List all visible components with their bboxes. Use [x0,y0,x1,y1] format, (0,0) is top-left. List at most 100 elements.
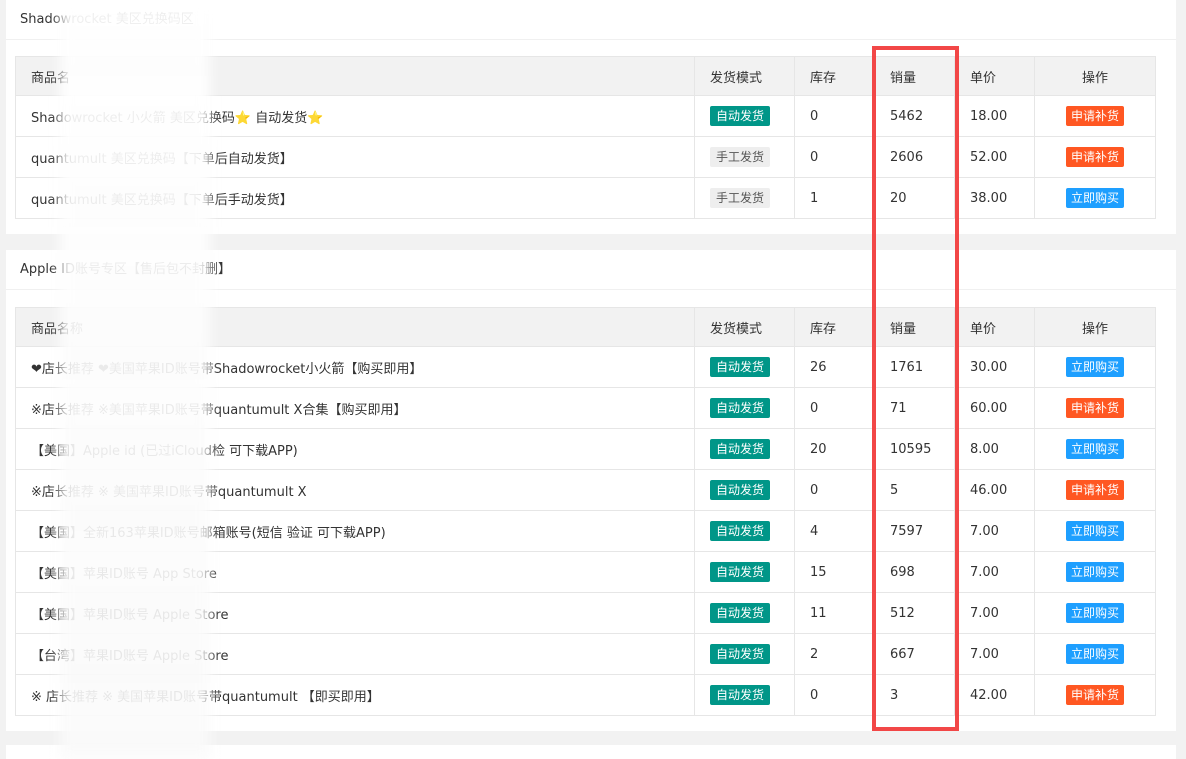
sales-value: 3 [874,674,955,716]
table-row: ❤店长推荐 ❤美国苹果ID账号带Shadowrocket小火箭【购买即用】 自动… [15,346,1156,388]
delivery-mode-badge: 自动发货 [710,562,771,582]
restock-button[interactable]: 申请补货 [1065,106,1124,126]
stock-value: 0 [794,136,875,178]
product-name[interactable]: ※店长推荐 ※ 美国苹果ID账号带quantumult X [15,469,695,511]
table-row: quantumult 美区兑换码【下单后自动发货】 手工发货 0 2606 52… [15,136,1156,178]
table-row: quantumult 美区兑换码【下单后手动发货】 手工发货 1 20 38.0… [15,177,1156,219]
buy-now-button[interactable]: 立即购买 [1065,562,1124,582]
delivery-mode-badge: 自动发货 [710,106,771,126]
table-row: 【美国】苹果ID账号 App Store 自动发货 15 698 7.00 立即… [15,551,1156,593]
table-row: 【台湾】苹果ID账号 Apple Store 自动发货 2 667 7.00 立… [15,633,1156,675]
product-name[interactable]: 【美国】苹果ID账号 App Store [15,551,695,593]
stock-value: 4 [794,510,875,552]
price-value: 38.00 [954,177,1035,219]
table-header-row: 商品名称 发货模式 库存 销量 单价 操作 [15,307,1156,347]
buy-now-button[interactable]: 立即购买 [1065,644,1124,664]
table-row: 【美国】全新163苹果ID账号邮箱账号(短信 验证 可下载APP) 自动发货 4… [15,510,1156,552]
sales-value: 698 [874,551,955,593]
product-name[interactable]: 【台湾】苹果ID账号 Apple Store [15,633,695,675]
sales-value: 512 [874,592,955,634]
product-table-1: 商品名 发货模式 库存 销量 单价 操作 Shadowrocket 小火箭 美区… [15,56,1156,219]
buy-now-button[interactable]: 立即购买 [1065,357,1124,377]
table-row: ※店长推荐 ※ 美国苹果ID账号带quantumult X 自动发货 0 5 4… [15,469,1156,511]
delivery-mode-badge: 手工发货 [710,147,771,167]
price-value: 42.00 [954,674,1035,716]
table-row: ※店长推荐 ※美国苹果ID账号带quantumult X合集【购买即用】 自动发… [15,387,1156,429]
next-section-panel [6,745,1176,759]
delivery-mode-badge: 手工发货 [710,188,771,208]
stock-value: 0 [794,469,875,511]
section-title-2: Apple ID账号专区【售后包不封删】 [6,250,1176,290]
product-name[interactable]: ❤店长推荐 ❤美国苹果ID账号带Shadowrocket小火箭【购买即用】 [15,346,695,388]
col-action: 操作 [1034,56,1156,96]
table-header-row: 商品名 发货模式 库存 销量 单价 操作 [15,56,1156,96]
product-name[interactable]: 【美国】Apple id (已过iCloud检 可下载APP) [15,428,695,470]
stock-value: 26 [794,346,875,388]
sales-value: 2606 [874,136,955,178]
sales-value: 10595 [874,428,955,470]
delivery-mode-badge: 自动发货 [710,685,771,705]
stock-value: 0 [794,387,875,429]
restock-button[interactable]: 申请补货 [1065,147,1124,167]
sales-value: 5 [874,469,955,511]
price-value: 18.00 [954,95,1035,137]
col-sales: 销量 [874,307,955,347]
sales-value: 71 [874,387,955,429]
stock-value: 0 [794,95,875,137]
col-name: 商品名 [15,56,695,96]
stock-value: 1 [794,177,875,219]
price-value: 8.00 [954,428,1035,470]
col-action: 操作 [1034,307,1156,347]
buy-now-button[interactable]: 立即购买 [1065,603,1124,623]
price-value: 7.00 [954,592,1035,634]
stock-value: 2 [794,633,875,675]
table-row: ※ 店长推荐 ※ 美国苹果ID账号带quantumult 【即买即用】 自动发货… [15,674,1156,716]
product-table-2: 商品名称 发货模式 库存 销量 单价 操作 ❤店长推荐 ❤美国苹果ID账号带Sh… [15,307,1156,716]
product-name[interactable]: ※ 店长推荐 ※ 美国苹果ID账号带quantumult 【即买即用】 [15,674,695,716]
sales-value: 7597 [874,510,955,552]
product-name[interactable]: quantumult 美区兑换码【下单后自动发货】 [15,136,695,178]
col-name: 商品名称 [15,307,695,347]
col-sales: 销量 [874,56,955,96]
restock-button[interactable]: 申请补货 [1065,685,1124,705]
restock-button[interactable]: 申请补货 [1065,480,1124,500]
col-price: 单价 [954,56,1035,96]
col-stock: 库存 [794,56,875,96]
price-value: 30.00 [954,346,1035,388]
product-name[interactable]: quantumult 美区兑换码【下单后手动发货】 [15,177,695,219]
price-value: 46.00 [954,469,1035,511]
sales-value: 20 [874,177,955,219]
buy-now-button[interactable]: 立即购买 [1065,188,1124,208]
price-value: 60.00 [954,387,1035,429]
price-value: 7.00 [954,633,1035,675]
product-name[interactable]: ※店长推荐 ※美国苹果ID账号带quantumult X合集【购买即用】 [15,387,695,429]
stock-value: 11 [794,592,875,634]
delivery-mode-badge: 自动发货 [710,439,771,459]
price-value: 7.00 [954,510,1035,552]
sales-value: 1761 [874,346,955,388]
col-mode: 发货模式 [694,307,795,347]
buy-now-button[interactable]: 立即购买 [1065,439,1124,459]
table-row: Shadowrocket 小火箭 美区兑换码⭐ 自动发货⭐ 自动发货 0 546… [15,95,1156,137]
delivery-mode-badge: 自动发货 [710,644,771,664]
sales-value: 5462 [874,95,955,137]
delivery-mode-badge: 自动发货 [710,357,771,377]
product-name[interactable]: 【美国】苹果ID账号 Apple Store [15,592,695,634]
delivery-mode-badge: 自动发货 [710,480,771,500]
stock-value: 20 [794,428,875,470]
table-row: 【美国】苹果ID账号 Apple Store 自动发货 11 512 7.00 … [15,592,1156,634]
table-row: 【美国】Apple id (已过iCloud检 可下载APP) 自动发货 20 … [15,428,1156,470]
restock-button[interactable]: 申请补货 [1065,398,1124,418]
price-value: 52.00 [954,136,1035,178]
sales-value: 667 [874,633,955,675]
col-mode: 发货模式 [694,56,795,96]
section-title-1: Shadowrocket 美区兑换码区 [6,0,1176,40]
buy-now-button[interactable]: 立即购买 [1065,521,1124,541]
price-value: 7.00 [954,551,1035,593]
col-stock: 库存 [794,307,875,347]
product-name[interactable]: Shadowrocket 小火箭 美区兑换码⭐ 自动发货⭐ [15,95,695,137]
delivery-mode-badge: 自动发货 [710,398,771,418]
product-name[interactable]: 【美国】全新163苹果ID账号邮箱账号(短信 验证 可下载APP) [15,510,695,552]
delivery-mode-badge: 自动发货 [710,521,771,541]
col-price: 单价 [954,307,1035,347]
